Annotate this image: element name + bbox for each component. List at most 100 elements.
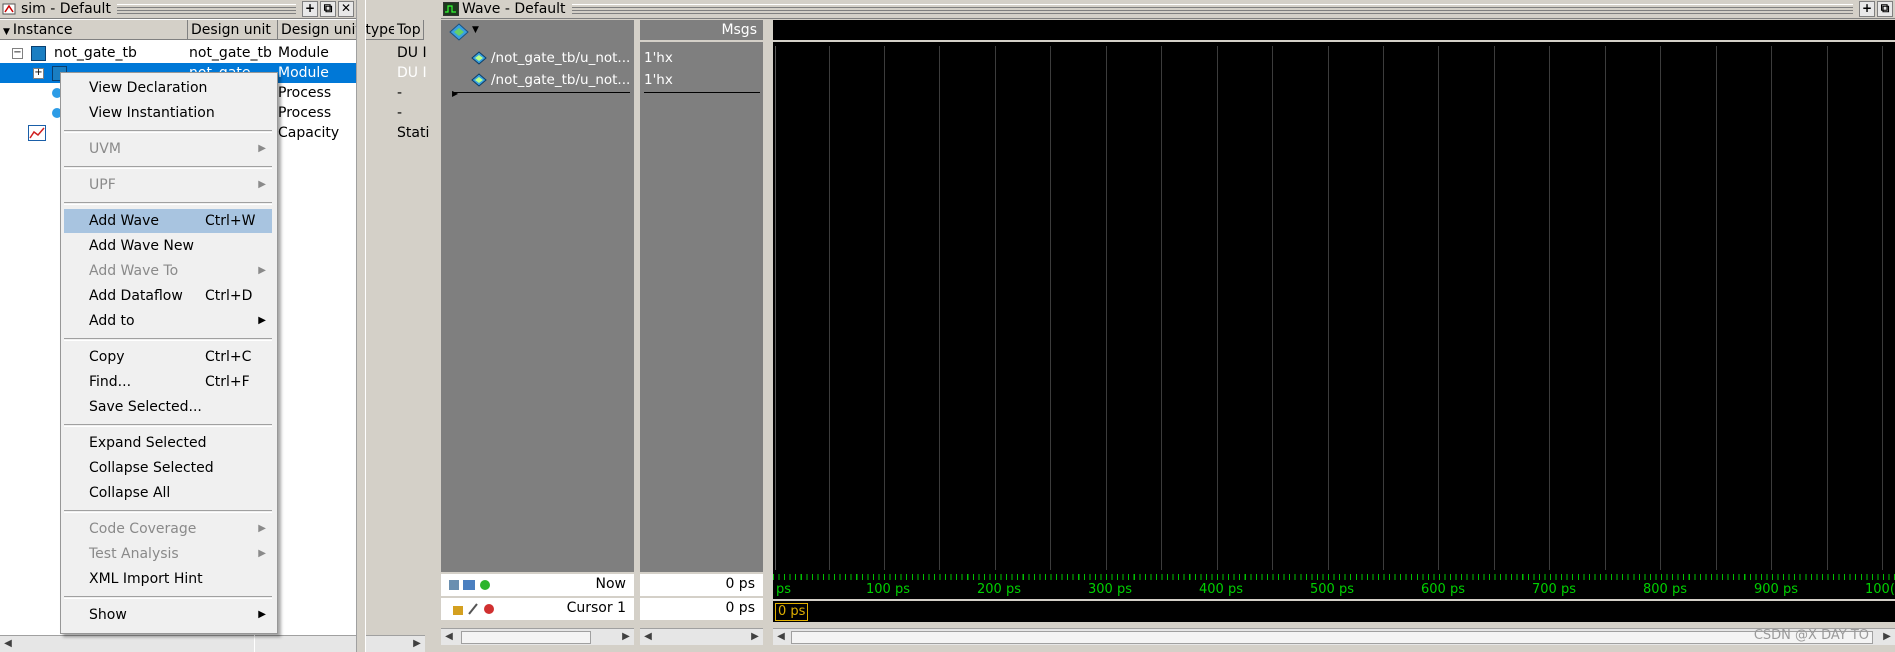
add-pane-icon[interactable]: + bbox=[302, 1, 318, 17]
tick-label: 800 ps bbox=[1643, 582, 1687, 597]
scroll-thumb[interactable] bbox=[791, 631, 1873, 644]
values-hscrollbar[interactable]: ◀ ▶ bbox=[640, 628, 763, 645]
msgs-header: Msgs bbox=[721, 22, 757, 38]
scroll-left-icon[interactable]: ◀ bbox=[0, 636, 16, 652]
grid-line bbox=[1494, 46, 1495, 570]
tick-label: 200 ps bbox=[977, 582, 1021, 597]
col-type-header[interactable]: Design unit type bbox=[278, 20, 396, 40]
menu-item-add-wave-to[interactable]: Add Wave To ▶ bbox=[64, 259, 272, 283]
undock-icon[interactable]: ⧉ bbox=[1877, 1, 1893, 17]
sim-title: sim - Default bbox=[21, 1, 111, 17]
sim-titlebar[interactable]: sim - Default + ⧉ ✕ bbox=[0, 0, 356, 19]
menu-separator bbox=[64, 202, 272, 205]
tree-row[interactable]: − not_gate_tb not_gate_tb Module DU I bbox=[0, 43, 427, 63]
context-menu: View Declaration View Instantiation UVM ▶… bbox=[60, 72, 278, 634]
menu-item-add-wave-new[interactable]: Add Wave New bbox=[64, 234, 272, 258]
wave-names-toolbar: ▼ bbox=[441, 20, 634, 44]
design-unit-type: Module bbox=[278, 65, 329, 81]
menu-item-add-dataflow[interactable]: Add Dataflow Ctrl+D bbox=[64, 284, 272, 308]
cursor-line[interactable] bbox=[775, 46, 776, 570]
wave-hscrollbar[interactable]: ◀ ▶ bbox=[773, 628, 1895, 645]
menu-item-find[interactable]: Find... Ctrl+F bbox=[64, 370, 272, 394]
menu-item-code-coverage[interactable]: Code Coverage ▶ bbox=[64, 517, 272, 541]
collapse-icon[interactable]: − bbox=[12, 48, 23, 59]
submenu-arrow-icon: ▶ bbox=[258, 265, 266, 276]
timeline-ruler[interactable]: ps 100 ps 200 ps 300 ps 400 ps 500 ps 60… bbox=[773, 572, 1895, 622]
menu-item-collapse-all[interactable]: Collapse All bbox=[64, 481, 272, 505]
grid-line bbox=[995, 46, 996, 570]
top-cell: - bbox=[397, 105, 403, 121]
scroll-left-icon[interactable]: ◀ bbox=[441, 629, 457, 645]
sim-title-grip[interactable] bbox=[116, 4, 296, 14]
scroll-right-icon[interactable]: ▶ bbox=[409, 636, 425, 652]
menu-item-upf[interactable]: UPF ▶ bbox=[64, 173, 272, 197]
add-pane-icon[interactable]: + bbox=[1859, 1, 1875, 17]
scroll-thumb[interactable] bbox=[461, 631, 591, 644]
menu-item-view-declaration[interactable]: View Declaration bbox=[64, 76, 272, 100]
close-icon[interactable]: ✕ bbox=[338, 1, 354, 17]
scroll-right-icon[interactable]: ▶ bbox=[1879, 629, 1895, 645]
grid-line bbox=[1217, 46, 1218, 570]
capacity-chart-icon bbox=[28, 125, 46, 141]
scroll-left-icon[interactable]: ◀ bbox=[773, 629, 789, 645]
col-design-unit-header[interactable]: Design unit bbox=[188, 20, 278, 40]
scroll-right-icon[interactable]: ▶ bbox=[618, 629, 634, 645]
wave-format-icon[interactable] bbox=[449, 23, 469, 41]
col-top-header[interactable]: Top bbox=[394, 20, 424, 40]
tick-label: 900 ps bbox=[1754, 582, 1798, 597]
menu-item-expand-selected[interactable]: Expand Selected bbox=[64, 431, 272, 455]
scroll-left-icon[interactable]: ◀ bbox=[640, 629, 656, 645]
instance-hscrollbar[interactable]: ◀ bbox=[0, 635, 254, 652]
tick-label: 400 ps bbox=[1199, 582, 1243, 597]
undock-icon[interactable]: ⧉ bbox=[320, 1, 336, 17]
timeline-names-box: Now Cursor 1 bbox=[441, 572, 634, 622]
grid-line bbox=[1882, 46, 1883, 570]
menu-item-show[interactable]: Show ▶ bbox=[64, 603, 272, 627]
menu-item-copy[interactable]: Copy Ctrl+C bbox=[64, 345, 272, 369]
grid-line bbox=[1161, 46, 1162, 570]
scroll-right-icon[interactable]: ▶ bbox=[747, 629, 763, 645]
menu-item-view-instantiation[interactable]: View Instantiation bbox=[64, 101, 272, 125]
values-wave-splitter[interactable] bbox=[763, 20, 768, 652]
menu-item-add-wave[interactable]: Add Wave Ctrl+W bbox=[64, 209, 272, 233]
menu-separator bbox=[64, 596, 272, 599]
grid-line bbox=[1328, 46, 1329, 570]
menu-item-test-analysis[interactable]: Test Analysis ▶ bbox=[64, 542, 272, 566]
pane-splitter[interactable] bbox=[356, 0, 366, 652]
wave-panel: Wave - Default + ⧉ ▼ /not_gate_tb/u_not.… bbox=[441, 0, 1895, 652]
dropdown-arrow-icon[interactable]: ▼ bbox=[472, 25, 479, 35]
top-cell: DU I bbox=[397, 45, 427, 61]
watermark: CSDN @X DAY TO bbox=[1753, 628, 1869, 643]
expand-icon[interactable]: + bbox=[33, 68, 44, 79]
menu-item-save-selected[interactable]: Save Selected... bbox=[64, 395, 272, 419]
submenu-arrow-icon: ▶ bbox=[258, 609, 266, 620]
menu-separator bbox=[64, 130, 272, 133]
menu-separator bbox=[64, 166, 272, 169]
menu-item-collapse-selected[interactable]: Collapse Selected bbox=[64, 456, 272, 480]
design-unit-type: Process bbox=[278, 105, 332, 121]
menu-item-xml-import-hint[interactable]: XML Import Hint bbox=[64, 567, 272, 591]
signal-divider bbox=[454, 92, 630, 93]
wave-title-grip[interactable] bbox=[571, 4, 1853, 14]
design-unit-type: Capacity bbox=[278, 125, 340, 141]
wave-titlebar[interactable]: Wave - Default + ⧉ bbox=[441, 0, 1895, 19]
cursor-marker[interactable]: 0 ps bbox=[775, 603, 809, 621]
signal-row[interactable]: /not_gate_tb/u_not... bbox=[471, 70, 634, 90]
waveform-area[interactable] bbox=[773, 20, 1895, 572]
timeline-tools-icon[interactable] bbox=[449, 578, 493, 592]
grid-line bbox=[1771, 46, 1772, 570]
menu-item-uvm[interactable]: UVM ▶ bbox=[64, 137, 272, 161]
names-hscrollbar[interactable]: ◀ ▶ bbox=[441, 628, 634, 645]
menu-separator bbox=[64, 510, 272, 513]
columns-hscrollbar[interactable]: ▶ bbox=[255, 635, 425, 652]
tick-label: 100 ps bbox=[866, 582, 910, 597]
design-unit: not_gate_tb bbox=[189, 45, 272, 61]
grid-line bbox=[1438, 46, 1439, 570]
names-values-splitter[interactable] bbox=[634, 20, 639, 652]
signal-row[interactable]: /not_gate_tb/u_not... bbox=[471, 48, 634, 68]
col-instance-header[interactable]: ▼ Instance bbox=[0, 20, 188, 40]
cursor-tools-icon[interactable] bbox=[453, 602, 497, 616]
wave-values-pane: Msgs 1'hx 1'hx bbox=[640, 20, 763, 572]
grid-line bbox=[829, 46, 830, 570]
menu-item-add-to[interactable]: Add to ▶ bbox=[64, 309, 272, 333]
